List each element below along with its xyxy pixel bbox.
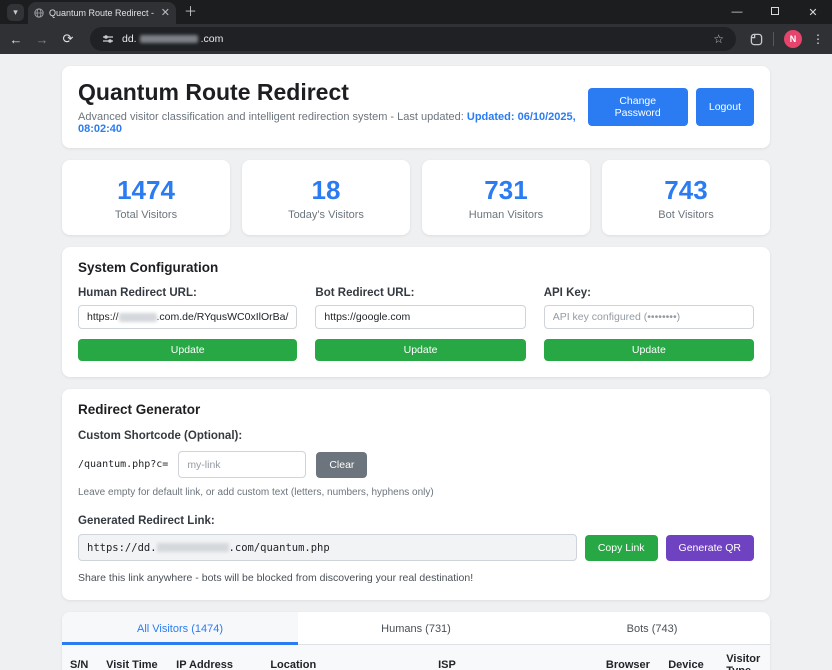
col-visitor-type: Visitor Type [718, 645, 770, 670]
forward-icon[interactable]: → [34, 32, 50, 47]
tab-bots[interactable]: Bots (743) [534, 612, 770, 645]
update-human-url-button[interactable]: Update [78, 339, 297, 361]
tab-close-icon[interactable]: ✕ [161, 8, 170, 19]
col-isp: ISP [430, 645, 598, 670]
tab-humans[interactable]: Humans (731) [298, 612, 534, 645]
shortcode-input[interactable] [178, 451, 306, 478]
shortcode-help-text: Leave empty for default link, or add cus… [78, 487, 754, 498]
human-redirect-field: Human Redirect URL: https://.com.de/RYqu… [78, 287, 297, 361]
system-configuration-title: System Configuration [78, 260, 754, 275]
window-minimize-button[interactable]: — [718, 6, 756, 18]
logout-button[interactable]: Logout [696, 88, 754, 126]
page-title: Quantum Route Redirect [78, 79, 588, 106]
browser-tab-strip: ▾ Quantum Route Redirect - Adm ✕ ＋ — ✕ [0, 0, 832, 24]
api-key-field: API Key: Update [544, 287, 754, 361]
col-browser: Browser [598, 645, 660, 670]
page-content: Quantum Route Redirect Advanced visitor … [0, 54, 832, 670]
profile-avatar[interactable]: N [784, 30, 802, 48]
generated-link-input[interactable]: https://dd..com/quantum.php [78, 534, 577, 561]
visitors-card: All Visitors (1474) Humans (731) Bots (7… [62, 612, 770, 670]
stat-label: Today's Visitors [246, 209, 406, 221]
bookmark-star-icon[interactable]: ☆ [713, 32, 724, 46]
page-subtitle: Advanced visitor classification and inte… [78, 111, 588, 135]
stat-card-human: 731 Human Visitors [422, 160, 590, 235]
shortcode-label: Custom Shortcode (Optional): [78, 430, 754, 442]
window-maximize-button[interactable] [756, 6, 794, 18]
clear-button[interactable]: Clear [316, 452, 367, 478]
stat-card-today: 18 Today's Visitors [242, 160, 410, 235]
col-visit-time: Visit Time [98, 645, 168, 670]
tab-groups-icon[interactable] [750, 33, 763, 46]
stat-value: 1474 [66, 175, 226, 206]
visitors-tabs: All Visitors (1474) Humans (731) Bots (7… [62, 612, 770, 645]
generated-link-redacted-segment [157, 543, 229, 552]
human-redirect-label: Human Redirect URL: [78, 287, 297, 299]
tab-search-button[interactable]: ▾ [7, 4, 24, 21]
stat-value: 731 [426, 175, 586, 206]
update-api-key-button[interactable]: Update [544, 339, 754, 361]
stat-label: Total Visitors [66, 209, 226, 221]
api-key-label: API Key: [544, 287, 754, 299]
stat-label: Bot Visitors [606, 209, 766, 221]
browser-tab[interactable]: Quantum Route Redirect - Adm ✕ [28, 2, 176, 24]
stat-value: 18 [246, 175, 406, 206]
site-settings-icon[interactable] [102, 33, 114, 45]
url-redacted-segment [140, 35, 198, 43]
tab-title: Quantum Route Redirect - Adm [49, 8, 156, 18]
reload-icon[interactable]: ⟳ [60, 31, 76, 47]
back-icon[interactable]: ← [8, 32, 24, 47]
toolbar-separator [773, 32, 774, 46]
col-location: Location [262, 645, 430, 670]
table-header-row: S/N Visit Time IP Address Location ISP B… [62, 645, 770, 670]
url-text: dd..com [122, 33, 223, 45]
share-note: Share this link anywhere - bots will be … [78, 572, 754, 584]
bot-redirect-field: Bot Redirect URL: Update [315, 287, 525, 361]
generated-link-label: Generated Redirect Link: [78, 515, 754, 527]
window-close-button[interactable]: ✕ [794, 6, 832, 19]
stat-value: 743 [606, 175, 766, 206]
stat-card-total: 1474 Total Visitors [62, 160, 230, 235]
stat-label: Human Visitors [426, 209, 586, 221]
human-redirect-input[interactable]: https://.com.de/RYqusWC0xIlOrBa/ [78, 305, 297, 329]
globe-favicon-icon [34, 8, 44, 18]
api-key-input[interactable] [544, 305, 754, 329]
stat-card-bot: 743 Bot Visitors [602, 160, 770, 235]
human-url-redacted-segment [119, 313, 157, 322]
tab-all-visitors[interactable]: All Visitors (1474) [62, 612, 298, 645]
shortcode-prefix: /quantum.php?c= [78, 459, 168, 470]
bot-redirect-input[interactable] [315, 305, 525, 329]
bot-redirect-label: Bot Redirect URL: [315, 287, 525, 299]
update-bot-url-button[interactable]: Update [315, 339, 525, 361]
browser-toolbar: ← → ⟳ dd..com ☆ N ⋮ [0, 24, 832, 54]
new-tab-button[interactable]: ＋ [184, 1, 197, 20]
address-bar[interactable]: dd..com ☆ [90, 27, 736, 51]
change-password-button[interactable]: Change Password [588, 88, 688, 126]
generate-qr-button[interactable]: Generate QR [666, 535, 754, 561]
redirect-generator-title: Redirect Generator [78, 402, 754, 417]
header-card: Quantum Route Redirect Advanced visitor … [62, 66, 770, 148]
redirect-generator-card: Redirect Generator Custom Shortcode (Opt… [62, 389, 770, 600]
system-configuration-card: System Configuration Human Redirect URL:… [62, 247, 770, 377]
col-device: Device [660, 645, 718, 670]
browser-menu-icon[interactable]: ⋮ [812, 32, 824, 46]
copy-link-button[interactable]: Copy Link [585, 535, 658, 561]
visitors-table: S/N Visit Time IP Address Location ISP B… [62, 645, 770, 670]
col-sn: S/N [62, 645, 98, 670]
stats-row: 1474 Total Visitors 18 Today's Visitors … [62, 160, 770, 235]
col-ip-address: IP Address [168, 645, 262, 670]
